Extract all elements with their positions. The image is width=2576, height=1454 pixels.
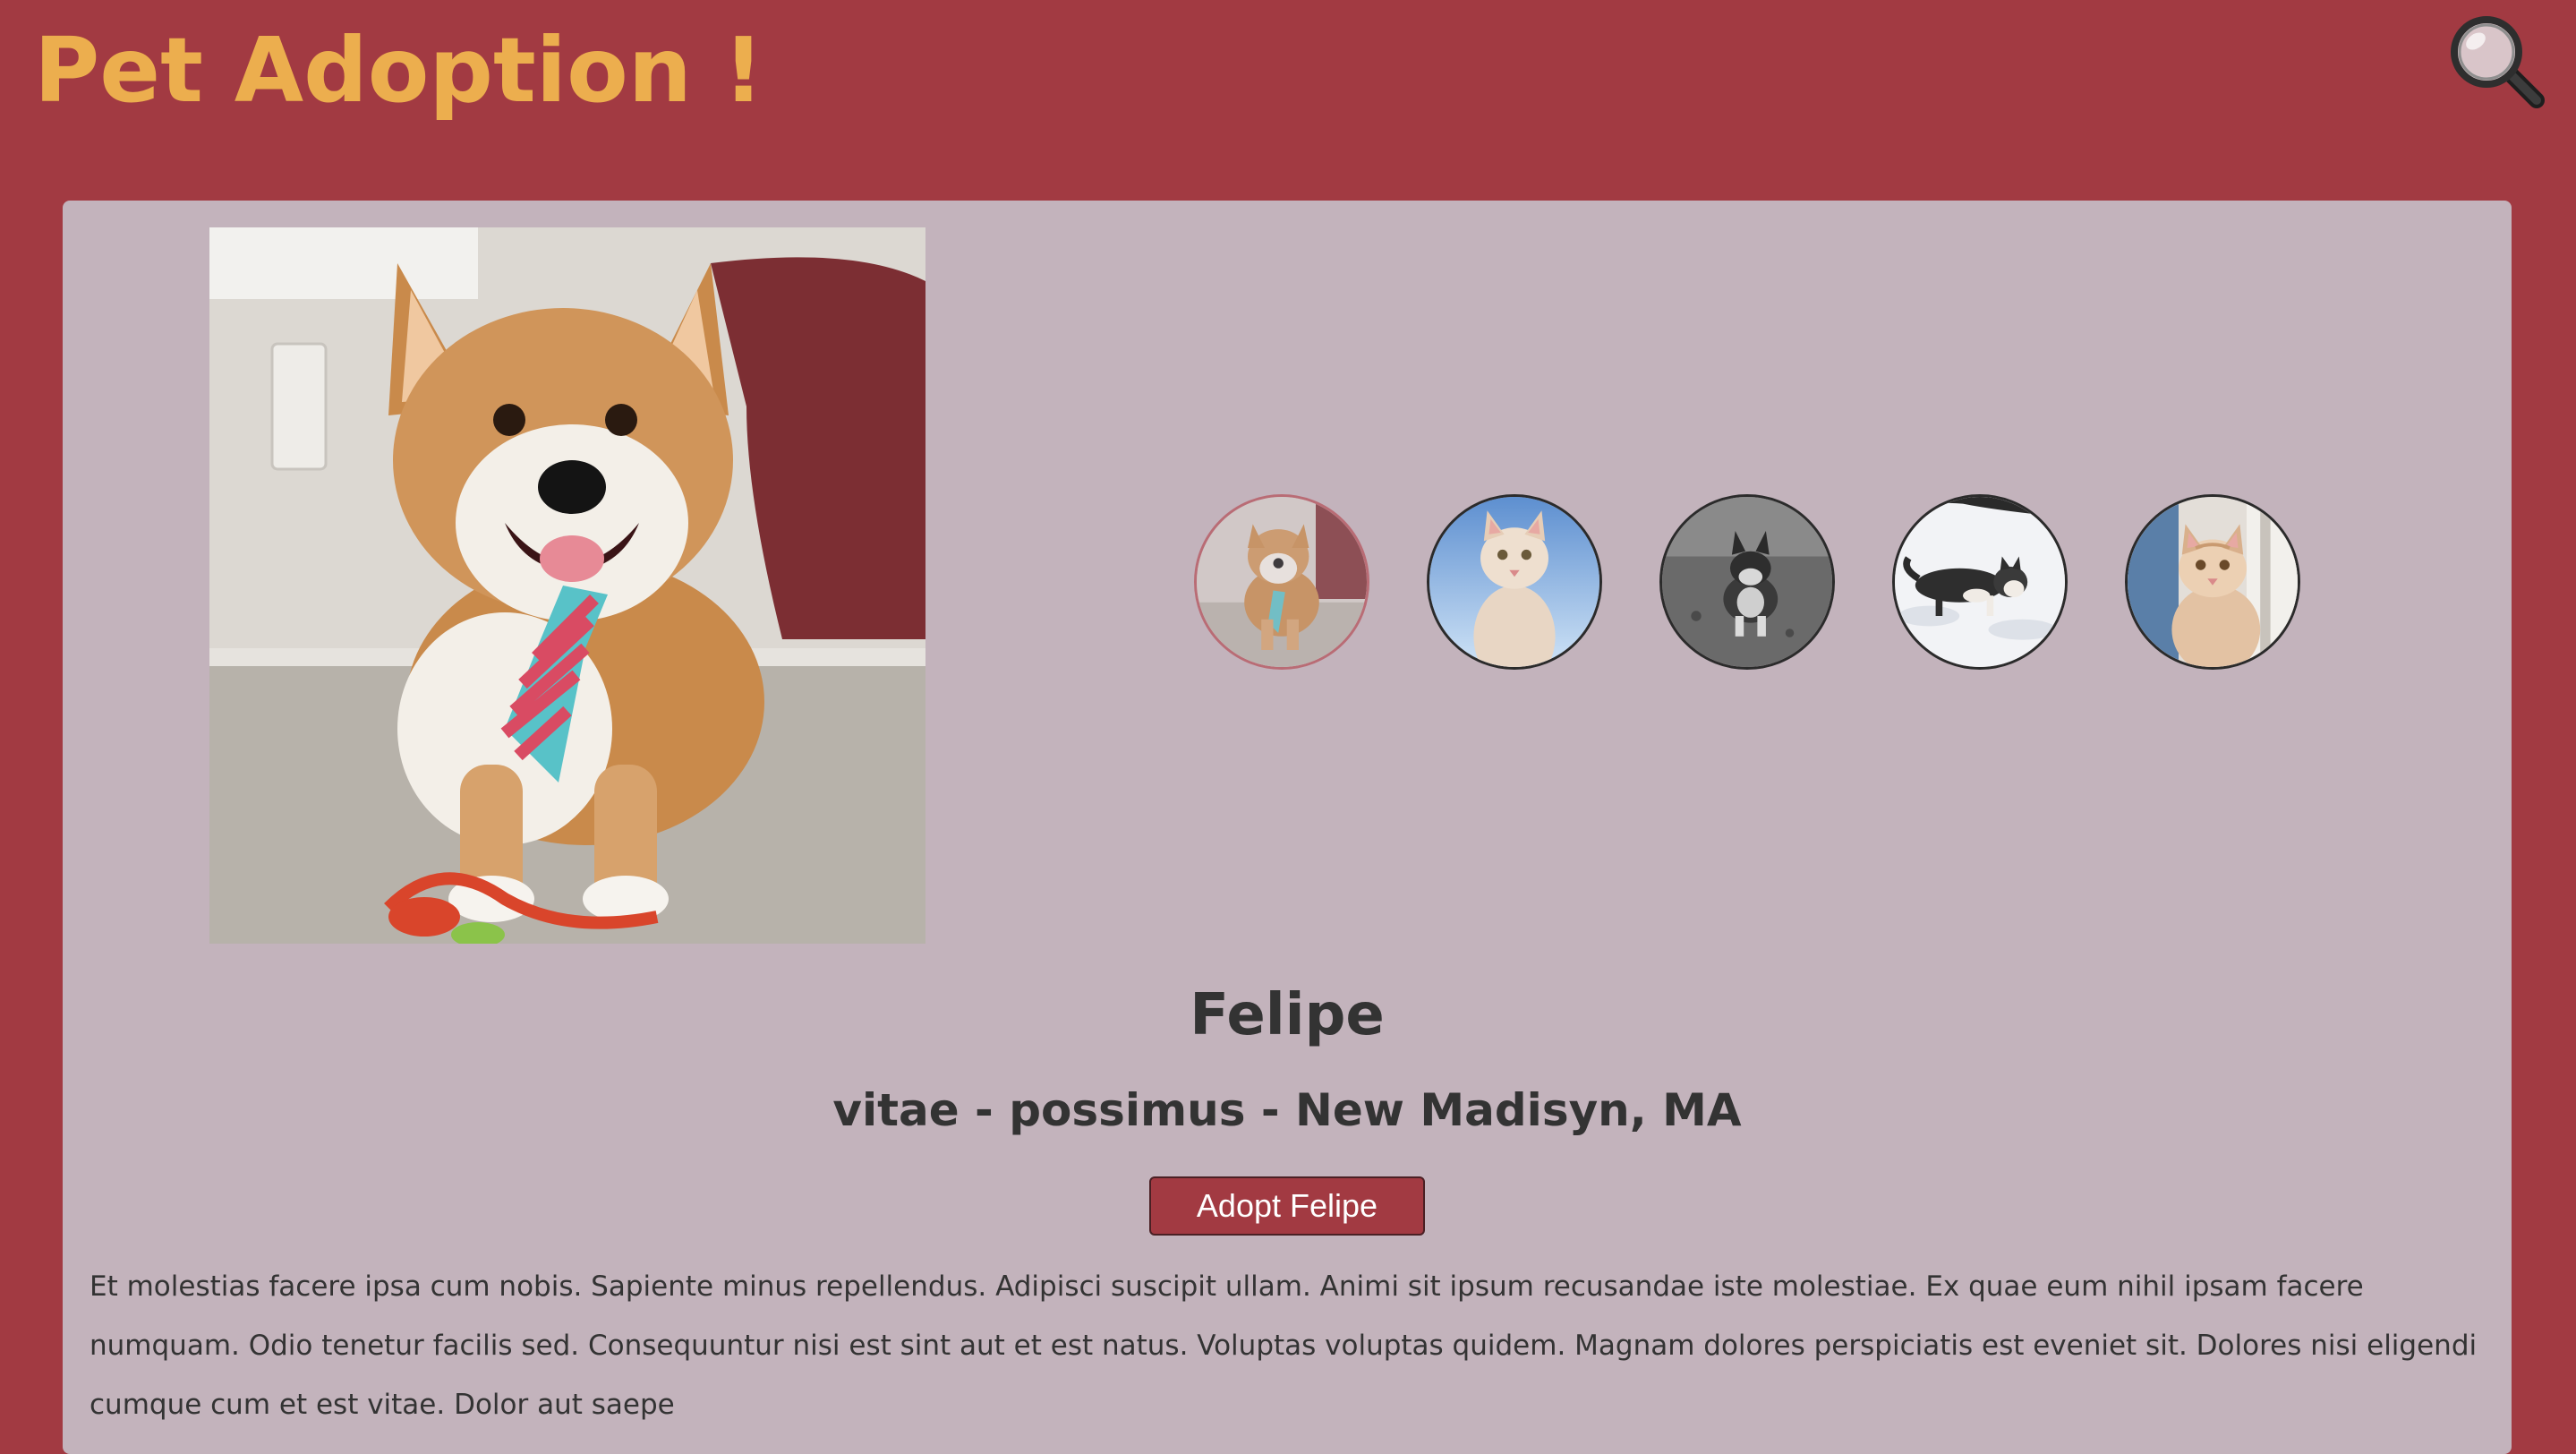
pet-meta: vitae - possimus - New Madisyn, MA bbox=[832, 1084, 1742, 1136]
pet-detail-card: Felipe vitae - possimus - New Madisyn, M… bbox=[63, 201, 2512, 1454]
pet-description: Et molestias facere ipsa cum nobis. Sapi… bbox=[90, 1270, 2478, 1421]
gallery-thumb-dog-grayscale[interactable] bbox=[1659, 494, 1835, 670]
adopt-button[interactable]: Adopt Felipe bbox=[1149, 1176, 1425, 1236]
search-button[interactable] bbox=[2444, 13, 2551, 113]
gallery-thumb-kitten-at-door[interactable] bbox=[2125, 494, 2300, 670]
gallery-thumb-cat-in-snow[interactable] bbox=[1892, 494, 2068, 670]
gallery-thumb-kitten[interactable] bbox=[1427, 494, 1602, 670]
pet-name: Felipe bbox=[1190, 982, 1385, 1048]
search-icon bbox=[2451, 16, 2545, 108]
site-title: Pet Adoption ! bbox=[34, 18, 764, 123]
site-header: Pet Adoption ! bbox=[0, 0, 2576, 143]
pet-main-photo bbox=[209, 227, 925, 944]
gallery-thumb-corgi[interactable] bbox=[1194, 494, 1369, 670]
